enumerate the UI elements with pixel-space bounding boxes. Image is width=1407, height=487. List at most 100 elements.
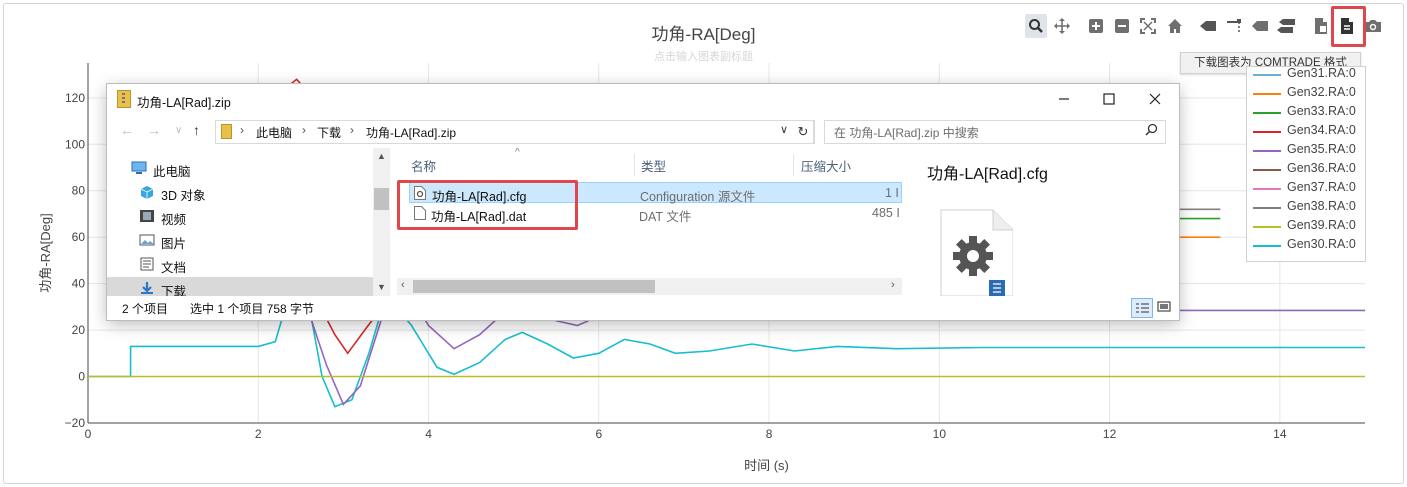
nav-scrollbar[interactable]: ▲ ▼	[373, 148, 390, 296]
y-tick-label: 0	[78, 370, 85, 384]
legend-item[interactable]: Gen33.RA:0	[1247, 103, 1365, 122]
navigation-row: ← → ∨ ↑ › 此电脑 › 下载 › 功角-LA[Rad].zip ∨ ↻ …	[107, 120, 1179, 144]
file-explorer-window[interactable]: 功角-LA[Rad].zip ← → ∨ ↑ › 此电脑 › 下载 › 功角-L…	[107, 84, 1179, 320]
scroll-right-icon[interactable]: ›	[891, 279, 895, 291]
y-tick-label: 80	[72, 184, 86, 198]
file-size: 485 I	[872, 206, 900, 220]
legend-label: Gen37.RA:0	[1287, 180, 1356, 194]
legend-label: Gen38.RA:0	[1287, 199, 1356, 213]
x-tick-label: 2	[255, 427, 262, 441]
pan-icon[interactable]	[1051, 14, 1073, 38]
scroll-up-icon[interactable]: ▲	[377, 151, 386, 161]
nav-item-label: 视频	[161, 213, 187, 227]
zoom-in-icon[interactable]	[1085, 14, 1107, 38]
close-button[interactable]	[1132, 84, 1178, 114]
nav-item[interactable]: 图片	[107, 229, 373, 253]
legend-item[interactable]: Gen31.RA:0	[1247, 66, 1365, 84]
scroll-left-icon[interactable]: ‹	[401, 279, 405, 291]
cube-icon	[139, 185, 155, 199]
zoom-icon[interactable]	[1025, 14, 1047, 38]
legend-swatch	[1253, 226, 1281, 228]
scroll-down-icon[interactable]: ▼	[377, 282, 386, 292]
legend-item[interactable]: Gen34.RA:0	[1247, 122, 1365, 141]
y-tick-label: 60	[72, 230, 86, 244]
legend-swatch	[1253, 169, 1281, 171]
autoscale-icon[interactable]	[1137, 14, 1159, 38]
legend-item[interactable]: Gen39.RA:0	[1247, 217, 1365, 236]
zoom-out-icon[interactable]	[1111, 14, 1133, 38]
legend-swatch	[1253, 245, 1281, 247]
chart-title[interactable]: 功角-RA[Deg]	[0, 20, 1407, 45]
compare-hover-icon[interactable]	[1223, 14, 1245, 38]
file-list-hscrollbar[interactable]: ‹ ›	[397, 278, 902, 295]
legend-swatch	[1253, 188, 1281, 190]
legend-label: Gen31.RA:0	[1287, 66, 1356, 80]
sort-ascending-icon: ^	[515, 148, 520, 158]
legend[interactable]: Gen31.RA:0 Gen32.RA:0 Gen33.RA:0 Gen34.RA:0…	[1246, 66, 1366, 262]
column-type[interactable]: 类型	[641, 156, 666, 175]
legend-item[interactable]: Gen38.RA:0	[1247, 198, 1365, 217]
column-divider[interactable]	[793, 154, 794, 176]
nav-item[interactable]: 视频	[107, 205, 373, 229]
download-icon	[139, 281, 155, 295]
x-axis-title: 时间 (s)	[744, 458, 789, 473]
x-tick-label: 14	[1273, 427, 1287, 441]
nav-item[interactable]: 下载	[107, 277, 373, 296]
minimize-button[interactable]	[1041, 84, 1087, 114]
address-bar[interactable]: › 此电脑 › 下载 › 功角-LA[Rad].zip ∨	[215, 120, 815, 144]
legend-item[interactable]: Gen37.RA:0	[1247, 179, 1365, 198]
zip-folder-icon	[117, 90, 131, 108]
x-tick-label: 12	[1103, 427, 1117, 441]
y-tick-label: 100	[65, 137, 85, 151]
x-tick-label: 6	[595, 427, 602, 441]
large-icons-view-icon[interactable]	[1154, 298, 1174, 316]
file-size: 1 I	[885, 186, 899, 200]
hscroll-thumb[interactable]	[413, 280, 655, 293]
legend-item[interactable]: Gen36.RA:0	[1247, 160, 1365, 179]
picture-icon	[139, 233, 155, 247]
address-dropdown-icon[interactable]: ∨	[780, 123, 788, 136]
legend-item[interactable]: Gen35.RA:0	[1247, 141, 1365, 160]
legend-swatch	[1253, 207, 1281, 209]
recent-chevron-icon[interactable]: ∨	[175, 125, 182, 136]
video-icon	[139, 209, 155, 223]
breadcrumb-zip[interactable]: 功角-LA[Rad].zip	[366, 124, 456, 141]
spike-lines-icon[interactable]	[1197, 14, 1219, 38]
title-bar[interactable]: 功角-LA[Rad].zip	[107, 84, 1179, 116]
y-tick-label: 40	[72, 277, 86, 291]
legend-swatch	[1253, 74, 1281, 76]
navigation-pane[interactable]: 此电脑 3D 对象视频图片 文档下载	[107, 148, 391, 296]
breadcrumb-pc[interactable]: 此电脑	[256, 124, 292, 141]
closest-hover-icon[interactable]	[1249, 14, 1271, 38]
nav-item-label: 此电脑	[153, 165, 191, 179]
download-comtrade-icon[interactable]	[1310, 14, 1332, 38]
document-icon	[139, 257, 155, 271]
column-divider[interactable]	[634, 154, 635, 176]
nav-item[interactable]: 3D 对象	[107, 181, 373, 205]
legend-item[interactable]: Gen30.RA:0	[1247, 236, 1365, 255]
search-input[interactable]: 在 功角-LA[Rad].zip 中搜索	[824, 120, 1166, 144]
breadcrumb-downloads[interactable]: 下载	[317, 124, 341, 141]
compare-data-icon[interactable]	[1275, 14, 1297, 38]
column-compressed-size[interactable]: 压缩大小	[801, 156, 851, 175]
reset-axes-icon[interactable]	[1164, 14, 1186, 38]
files-highlight	[397, 180, 578, 230]
x-tick-label: 8	[766, 427, 773, 441]
nav-item-label: 下载	[161, 285, 187, 296]
legend-swatch	[1253, 131, 1281, 133]
legend-item[interactable]: Gen32.RA:0	[1247, 84, 1365, 103]
nav-item[interactable]: 文档	[107, 253, 373, 277]
details-view-icon[interactable]	[1131, 298, 1153, 318]
breadcrumb-separator: ›	[350, 123, 354, 137]
refresh-icon[interactable]: ↻	[793, 120, 814, 144]
selection-info: 选中 1 个项目 758 字节	[190, 302, 315, 316]
search-icon[interactable]	[1145, 123, 1158, 139]
forward-arrow-icon[interactable]: →	[147, 122, 161, 138]
up-arrow-icon[interactable]: ↑	[193, 122, 200, 138]
back-arrow-icon[interactable]: ←	[120, 122, 134, 138]
maximize-button[interactable]	[1086, 84, 1132, 114]
y-axis-title: 功角-RA[Deg]	[38, 213, 53, 292]
scroll-thumb[interactable]	[374, 188, 389, 210]
column-name[interactable]: 名称	[411, 156, 436, 175]
nav-item[interactable]: 此电脑	[107, 157, 373, 181]
